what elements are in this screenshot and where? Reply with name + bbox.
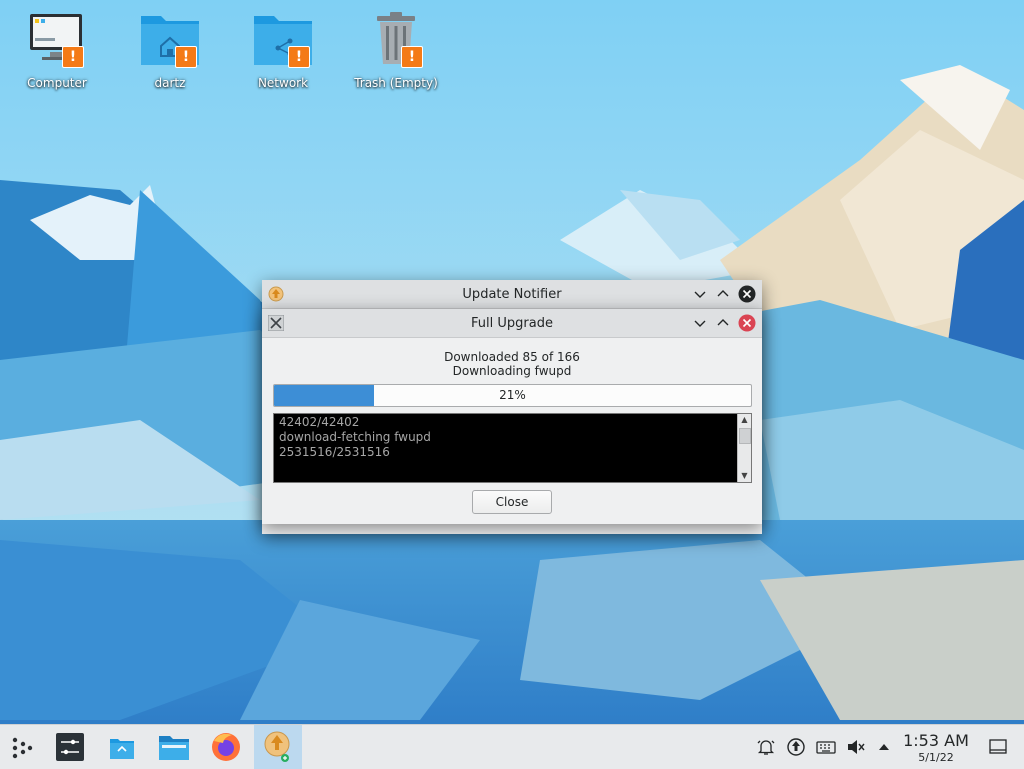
chevron-up-icon: [717, 290, 729, 297]
notifications-icon: [757, 740, 775, 755]
volume-tray[interactable]: [846, 737, 866, 757]
show-desktop-button[interactable]: [988, 737, 1008, 757]
application-launcher-button[interactable]: [0, 725, 44, 769]
file-manager-icon: [159, 736, 189, 760]
taskbar: 1:53 AM 5/1/22: [0, 724, 1024, 769]
desktop-icon-computer[interactable]: ! Computer: [2, 8, 112, 98]
clock-date[interactable]: 5/1/22: [896, 751, 976, 764]
discover-launcher[interactable]: [100, 725, 144, 769]
tools-app-icon: [267, 314, 285, 332]
close-icon: [738, 314, 756, 332]
clock-time[interactable]: 1:53 AM: [896, 731, 976, 750]
update-notifier-titlebar[interactable]: Update Notifier: [262, 280, 762, 309]
notifications-tray[interactable]: [756, 737, 776, 757]
home-folder-icon: !: [139, 8, 201, 70]
warning-badge-icon: !: [175, 46, 197, 68]
terminal-line: 2531516/2531516: [279, 445, 390, 459]
computer-icon: !: [26, 8, 88, 70]
upgrade-body: Downloaded 85 of 166 Downloading fwupd 2…: [262, 338, 762, 524]
file-manager-launcher[interactable]: [152, 725, 196, 769]
output-terminal[interactable]: 42402/42402 download-fetching fwupd 2531…: [273, 413, 752, 483]
scroll-down-arrow-icon[interactable]: ▼: [738, 470, 751, 482]
desktop-icon-label: Network: [257, 76, 309, 90]
maximize-button[interactable]: [714, 285, 732, 303]
show-desktop-icon: [989, 739, 1007, 754]
minimize-button[interactable]: [691, 285, 709, 303]
trash-icon: !: [365, 8, 427, 70]
desktop-icon-network[interactable]: ! Network: [228, 8, 338, 98]
maximize-button[interactable]: [714, 314, 732, 332]
chevron-down-icon: [694, 320, 706, 327]
warning-badge-icon: !: [288, 46, 310, 68]
minimize-button[interactable]: [691, 314, 709, 332]
download-package-text: Downloading fwupd: [452, 364, 572, 378]
application-launcher-icon: [12, 737, 33, 759]
system-settings-icon: [56, 733, 84, 761]
desktop-icon-dartz[interactable]: ! dartz: [115, 8, 225, 98]
show-hidden-icons-button[interactable]: [874, 737, 894, 757]
warning-badge-icon: !: [401, 46, 423, 68]
window-title: Full Upgrade: [471, 315, 553, 331]
scroll-thumb[interactable]: [739, 428, 751, 444]
chevron-down-icon: [694, 291, 706, 298]
chevron-up-icon: [717, 319, 729, 326]
close-button[interactable]: Close: [472, 490, 552, 514]
discover-icon: [110, 739, 134, 759]
update-notifier-app-icon: [268, 286, 284, 302]
desktop-icon-label: Trash (Empty): [354, 76, 438, 90]
update-notifier-icon: [264, 731, 290, 762]
desktop-icon-label: Computer: [27, 76, 87, 90]
window-title: Update Notifier: [462, 286, 562, 302]
keyboard-icon: [816, 741, 836, 754]
updates-tray[interactable]: [786, 737, 806, 757]
desktop-icon-trash[interactable]: ! Trash (Empty): [341, 8, 451, 98]
network-folder-icon: !: [252, 8, 314, 70]
updates-icon: [787, 738, 805, 756]
full-upgrade-window: Full Upgrade Downloaded 85 of 166 Downlo…: [262, 309, 762, 524]
keyboard-tray[interactable]: [816, 737, 836, 757]
warning-badge-icon: !: [62, 46, 84, 68]
full-upgrade-titlebar[interactable]: Full Upgrade: [262, 309, 762, 338]
progress-label: 21%: [499, 388, 526, 402]
terminal-line: 42402/42402: [279, 415, 360, 429]
terminal-line: download-fetching fwupd: [279, 430, 431, 444]
download-count-text: Downloaded 85 of 166: [444, 350, 580, 364]
update-notifier-task[interactable]: [254, 725, 302, 769]
close-window-button[interactable]: [738, 314, 756, 332]
desktop-icon-label: dartz: [154, 76, 186, 90]
close-icon: [738, 285, 756, 303]
system-settings-launcher[interactable]: [48, 725, 92, 769]
terminal-lines: 42402/42402 download-fetching fwupd 2531…: [279, 415, 431, 460]
upgrade-progress-bar: 21%: [273, 384, 752, 407]
close-window-button[interactable]: [738, 285, 756, 303]
firefox-icon: [212, 733, 240, 761]
volume-muted-icon: [848, 740, 865, 754]
firefox-launcher[interactable]: [204, 725, 248, 769]
show-hidden-icons-icon: [879, 744, 889, 750]
scroll-up-arrow-icon[interactable]: ▲: [738, 414, 751, 426]
terminal-scrollbar[interactable]: ▲ ▼: [737, 414, 751, 482]
